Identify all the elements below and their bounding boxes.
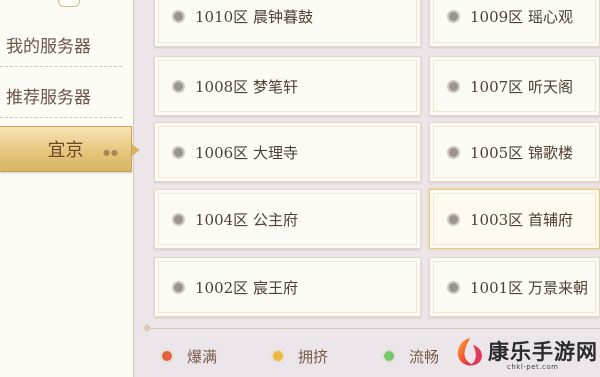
server-label: 1001区 万景来朝: [470, 279, 588, 297]
legend-label: 爆满: [187, 347, 218, 366]
status-dot-icon: [447, 146, 460, 159]
site-watermark: 康乐手游网 chkl-pet.com: [447, 330, 600, 377]
legend-item-full: 爆满: [160, 345, 217, 367]
arrow-right-icon: [132, 144, 140, 156]
server-label: 1007区 听天阁: [470, 78, 573, 96]
server-category-sidebar: 我的服务器 推荐服务器 宜京 ●●: [0, 0, 140, 377]
watermark-subtitle: chkl-pet.com: [507, 363, 559, 371]
legend-label: 拥挤: [298, 347, 329, 366]
sidebar-item-yijing[interactable]: 宜京 ●●: [0, 126, 140, 172]
green-dot-icon: [382, 349, 396, 363]
server-label: 1008区 梦笔轩: [195, 78, 298, 96]
status-dot-icon: [172, 146, 185, 159]
dots-ornament-icon: ●●: [103, 148, 119, 157]
status-dot-icon: [172, 80, 185, 93]
server-card-1001[interactable]: 1001区 万景来朝: [429, 257, 600, 317]
server-card-1002[interactable]: 1002区 宸王府: [154, 257, 421, 317]
status-dot-icon: [447, 80, 460, 93]
server-card-1010[interactable]: 1010区 晨钟暮鼓: [154, 0, 421, 47]
server-card-1003[interactable]: 1003区 首辅府: [429, 189, 600, 249]
status-dot-icon: [447, 213, 460, 226]
watermark-title: 康乐手游网: [488, 340, 598, 364]
server-card-1007[interactable]: 1007区 听天阁: [429, 56, 600, 116]
server-card-1005[interactable]: 1005区 锦歌楼: [429, 122, 600, 182]
server-label: 1006区 大理寺: [195, 144, 298, 162]
sidebar-item-label: 宜京: [47, 140, 84, 161]
legend-label: 流畅: [409, 347, 440, 366]
server-label: 1003区 首辅府: [470, 211, 573, 229]
server-label: 1010区 晨钟暮鼓: [195, 8, 313, 26]
status-dot-icon: [172, 281, 185, 294]
red-dot-icon: [160, 349, 174, 363]
server-label: 1009区 瑶心观: [470, 8, 573, 26]
status-dot-icon: [447, 281, 460, 294]
status-dot-icon: [172, 10, 185, 23]
legend-item-smooth: 流畅: [382, 345, 439, 367]
legend-divider: [148, 328, 600, 329]
server-card-1004[interactable]: 1004区 公主府: [154, 189, 421, 249]
server-label: 1005区 锦歌楼: [470, 144, 573, 162]
sidebar-item-recommended-servers[interactable]: 推荐服务器: [0, 78, 122, 118]
server-card-1006[interactable]: 1006区 大理寺: [154, 122, 421, 182]
server-card-1008[interactable]: 1008区 梦笔轩: [154, 56, 421, 116]
server-label: 1002区 宸王府: [195, 279, 298, 297]
server-card-1009[interactable]: 1009区 瑶心观: [429, 0, 600, 47]
status-dot-icon: [172, 213, 185, 226]
watermark-logo-icon: [457, 338, 483, 366]
server-label: 1004区 公主府: [195, 211, 298, 229]
yellow-dot-icon: [271, 349, 285, 363]
status-dot-icon: [447, 10, 460, 23]
legend-item-busy: 拥挤: [271, 345, 328, 367]
sidebar-item-my-servers[interactable]: 我的服务器: [0, 27, 122, 67]
